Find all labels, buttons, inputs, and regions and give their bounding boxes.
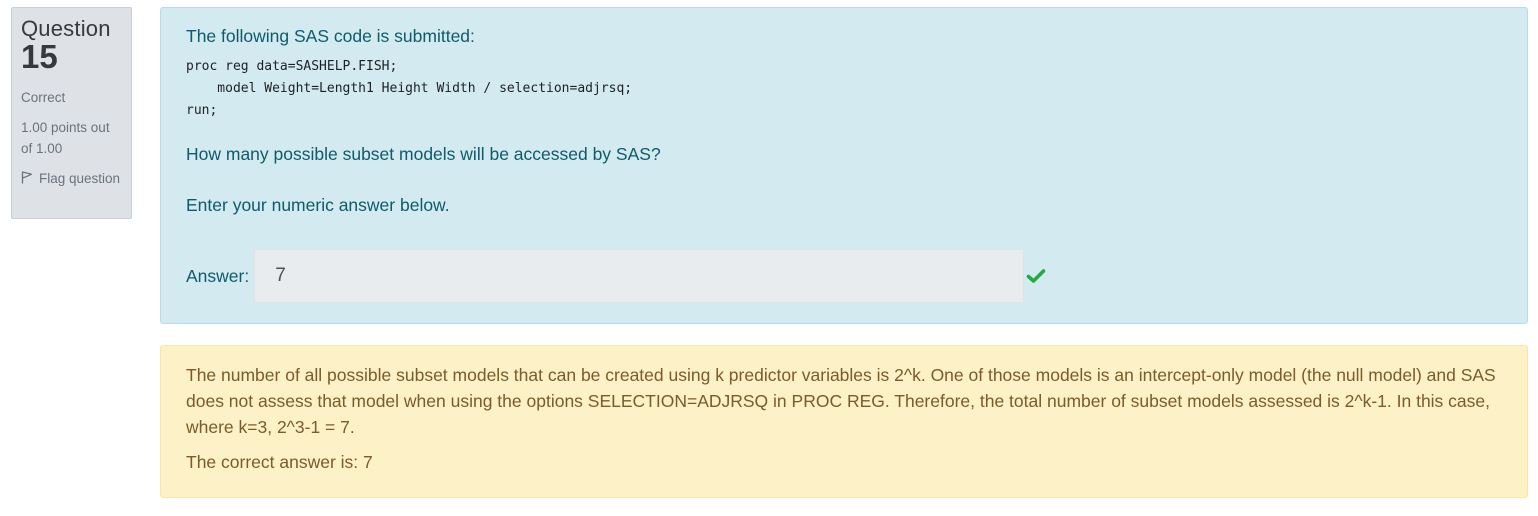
answer-input[interactable] (254, 249, 1025, 303)
question-state: Correct (21, 90, 66, 105)
code-line: proc reg data=SASHELP.FISH; (186, 59, 398, 74)
flag-icon (21, 171, 33, 184)
answer-row: Answer: (186, 248, 1046, 304)
feedback-panel: The number of all possible subset models… (160, 345, 1528, 498)
answer-label: Answer: (186, 265, 250, 286)
code-line: model Weight=Length1 Height Width / sele… (186, 81, 633, 96)
flag-question-button[interactable]: Flag question (21, 168, 121, 189)
answer-prompt-text: Enter your numeric answer below. (186, 195, 450, 215)
general-feedback: The number of all possible subset models… (186, 365, 1496, 437)
code-line: run; (186, 103, 218, 118)
question-intro-text: The following SAS code is submitted: (186, 26, 475, 46)
question-text: How many possible subset models will be … (186, 144, 661, 164)
question-number: 15 (21, 38, 58, 75)
question-info-panel: Question 15 Correct 1.00 points out of 1… (11, 7, 132, 219)
check-icon (1026, 269, 1046, 283)
quiz-review-page: Question 15 Correct 1.00 points out of 1… (0, 0, 1538, 516)
correct-answer-text: The correct answer is: 7 (186, 452, 373, 472)
sas-code-block: proc reg data=SASHELP.FISH; model Weight… (186, 56, 1527, 122)
question-formulation: The following SAS code is submitted: pro… (160, 7, 1528, 324)
question-grade: 1.00 points out of 1.00 (21, 120, 110, 156)
flag-question-label: Flag question (39, 171, 121, 186)
